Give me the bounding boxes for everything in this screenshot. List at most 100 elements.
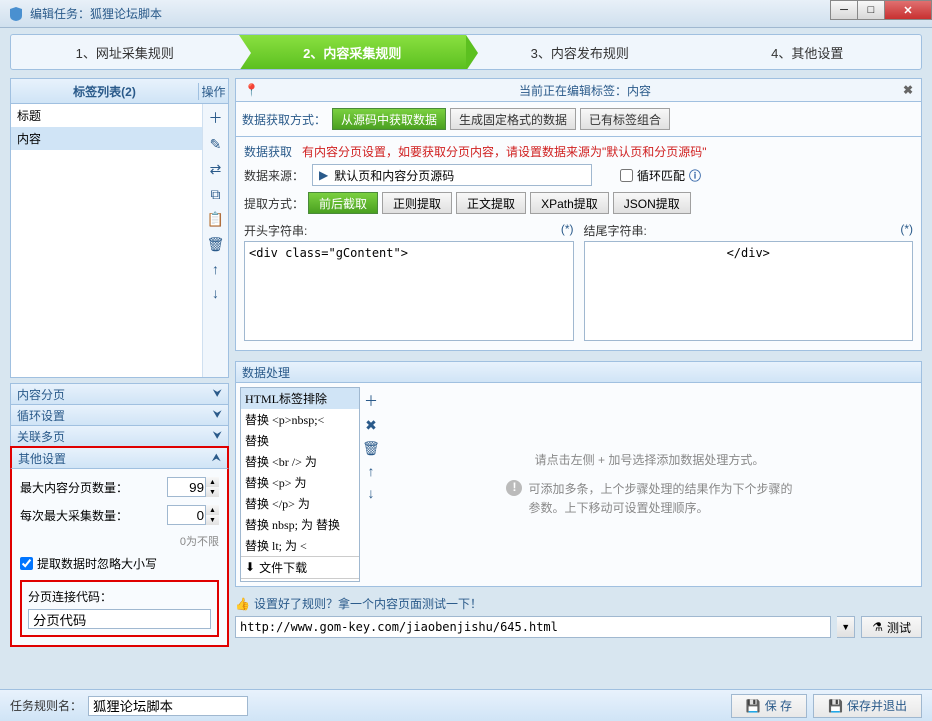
taglist: 标题 内容 (11, 104, 202, 377)
rule-name-input[interactable] (88, 696, 248, 716)
info-icon: ! (506, 480, 522, 496)
accordion-label: 关联多页 (17, 428, 65, 445)
accordion-content-paging[interactable]: 内容分页 ⮟ (10, 383, 229, 405)
ignore-case-checkbox[interactable] (20, 557, 33, 570)
dp-up-icon[interactable]: ↑ (368, 463, 375, 479)
dp-content-filter[interactable]: ▼内容过滤 (241, 578, 359, 582)
data-processing-header[interactable]: 数据处理 (235, 361, 922, 383)
dp-item[interactable]: 替换 <p> 为 (241, 472, 359, 493)
dp-remove-icon[interactable]: ✖ (365, 417, 377, 434)
move-up-icon[interactable]: ↑ (212, 261, 219, 277)
wildcard-button[interactable]: (*) (561, 222, 574, 239)
taglist-ops-label: 操作 (198, 83, 228, 100)
page-code-input[interactable] (28, 609, 211, 629)
tag-item-title[interactable]: 标题 (11, 104, 202, 127)
step-other-settings[interactable]: 4、其他设置 (694, 35, 922, 69)
ignore-case-label: 提取数据时忽略大小写 (37, 555, 157, 572)
dp-delete-icon[interactable]: 🗑 (362, 440, 380, 457)
extract-warning: 有内容分页设置，如要获取分页内容，请设置数据来源为"默认页和分页源码" (302, 143, 707, 160)
extract-panel: 数据获取 有内容分页设置，如要获取分页内容，请设置数据来源为"默认页和分页源码"… (235, 137, 922, 351)
paste-tag-icon[interactable]: 📋 (207, 211, 224, 228)
maximize-button[interactable]: □ (857, 0, 885, 20)
test-button[interactable]: ⚗ 测试 (861, 616, 922, 638)
edit-tag-icon[interactable]: ✎ (210, 136, 222, 153)
dp-title: 数据处理 (242, 364, 290, 381)
save-exit-button[interactable]: 💾 保存并退出 (813, 694, 922, 718)
dp-file-download[interactable]: ⬇文件下载 (241, 556, 359, 578)
tab-json[interactable]: JSON提取 (613, 192, 691, 214)
max-collect-label: 每次最大采集数量： (20, 507, 128, 524)
delete-tag-icon[interactable]: 🗑 (207, 236, 225, 253)
step-publish-rules[interactable]: 3、内容发布规则 (466, 35, 694, 69)
dp-item[interactable]: 替换 <p>nbsp;< (241, 409, 359, 430)
tag-item-content[interactable]: 内容 (11, 127, 202, 150)
tab-prefix-suffix[interactable]: 前后截取 (308, 192, 378, 214)
dp-list[interactable]: HTML标签排除 替换 <p>nbsp;< 替换 替换 <br /> 为 替换 … (240, 387, 360, 582)
extract-method-label: 提取方式： (244, 195, 304, 212)
tag-toolbar: ＋ ✎ ⇄ ⧉ 📋 🗑 ↑ ↓ (202, 104, 228, 377)
loop-match-checkbox[interactable] (620, 169, 633, 182)
dp-add-icon[interactable]: ＋ (364, 391, 378, 411)
dp-item[interactable]: HTML标签排除 (241, 388, 359, 409)
test-prompt: 设置好了规则？拿一个内容页面测试一下！ (254, 595, 482, 612)
move-down-icon[interactable]: ↓ (212, 285, 219, 301)
accordion-loop-settings[interactable]: 循环设置 ⮟ (10, 404, 229, 426)
data-method-row: 数据获取方式： 从源码中获取数据 生成固定格式的数据 已有标签组合 (235, 102, 922, 137)
source-label: 数据来源： (244, 167, 304, 184)
zero-unlimited-hint: 0为不限 (20, 533, 219, 549)
add-tag-icon[interactable]: ＋ (209, 108, 223, 128)
editing-bar: 📍 当前正在编辑标签：内容 ✖ (235, 78, 922, 102)
source-select[interactable]: ▶ 默认页和内容分页源码 (312, 164, 592, 186)
accordion-label: 内容分页 (17, 386, 65, 403)
chevron-up-icon: ⮝ (212, 452, 221, 465)
close-button[interactable]: ✕ (884, 0, 932, 20)
accordion-other-settings[interactable]: 其他设置 ⮝ (10, 446, 229, 468)
method-existing-combo-button[interactable]: 已有标签组合 (580, 108, 670, 130)
dp-hint-line2: 可添加多条，上个步骤处理的结果作为下个步骤的 (528, 480, 792, 499)
spinner[interactable]: ▲▼ (205, 477, 219, 497)
dp-item[interactable]: 替换 <br /> 为 (241, 451, 359, 472)
footer: 任务规则名： 💾 保 存 💾 保存并退出 (0, 689, 932, 721)
save-icon: 💾 (828, 699, 843, 713)
pin-icon[interactable]: 📍 (244, 83, 259, 97)
thumbs-up-icon: 👍 (235, 597, 250, 611)
dp-hint-line3: 参数。上下移动可设置处理顺序。 (528, 499, 792, 518)
rule-name-label: 任务规则名： (10, 697, 82, 714)
spinner[interactable]: ▲▼ (205, 505, 219, 525)
close-panel-icon[interactable]: ✖ (903, 83, 913, 97)
method-from-source-button[interactable]: 从源码中获取数据 (332, 108, 446, 130)
current-editing-label: 当前正在编辑标签：内容 (267, 82, 903, 99)
tab-xpath[interactable]: XPath提取 (530, 192, 609, 214)
flask-icon: ⚗ (872, 620, 883, 634)
extract-title: 数据获取 (244, 143, 292, 160)
dp-item[interactable]: 替换 lt; 为 < (241, 535, 359, 556)
method-fixed-format-button[interactable]: 生成固定格式的数据 (450, 108, 576, 130)
url-dropdown-button[interactable]: ▼ (837, 616, 855, 638)
accordion-multi-page[interactable]: 关联多页 ⮟ (10, 425, 229, 447)
step-url-rules[interactable]: 1、网址采集规则 (11, 35, 239, 69)
test-url-input[interactable] (235, 616, 831, 638)
dp-item[interactable]: 替换 nbsp; 为 替换 (241, 514, 359, 535)
app-icon (8, 6, 24, 22)
method-label: 数据获取方式： (242, 111, 326, 128)
dp-item[interactable]: 替换 (241, 430, 359, 451)
minimize-button[interactable]: ─ (830, 0, 858, 20)
accordion-label: 循环设置 (17, 407, 65, 424)
toggle-tag-icon[interactable]: ⇄ (210, 161, 222, 178)
step-content-rules[interactable]: 2、内容采集规则 (239, 35, 467, 69)
tab-maintext[interactable]: 正文提取 (456, 192, 526, 214)
info-icon[interactable]: ⓘ (689, 167, 701, 184)
dp-down-icon[interactable]: ↓ (368, 485, 375, 501)
end-string-label: 结尾字符串: (584, 222, 647, 239)
dp-item[interactable]: 替换 </p> 为 (241, 493, 359, 514)
wildcard-button[interactable]: (*) (900, 222, 913, 239)
start-string-textarea[interactable]: <div class="gContent"> (244, 241, 574, 341)
titlebar: 编辑任务：狐狸论坛脚本 ─ □ ✕ (0, 0, 932, 28)
play-icon: ▶ (319, 168, 328, 182)
save-button[interactable]: 💾 保 存 (731, 694, 807, 718)
data-processing-body: HTML标签排除 替换 <p>nbsp;< 替换 替换 <br /> 为 替换 … (235, 383, 922, 587)
copy-tag-icon[interactable]: ⧉ (211, 186, 221, 203)
max-pages-label: 最大内容分页数量： (20, 479, 128, 496)
end-string-textarea[interactable]: </div> (584, 241, 914, 341)
tab-regex[interactable]: 正则提取 (382, 192, 452, 214)
